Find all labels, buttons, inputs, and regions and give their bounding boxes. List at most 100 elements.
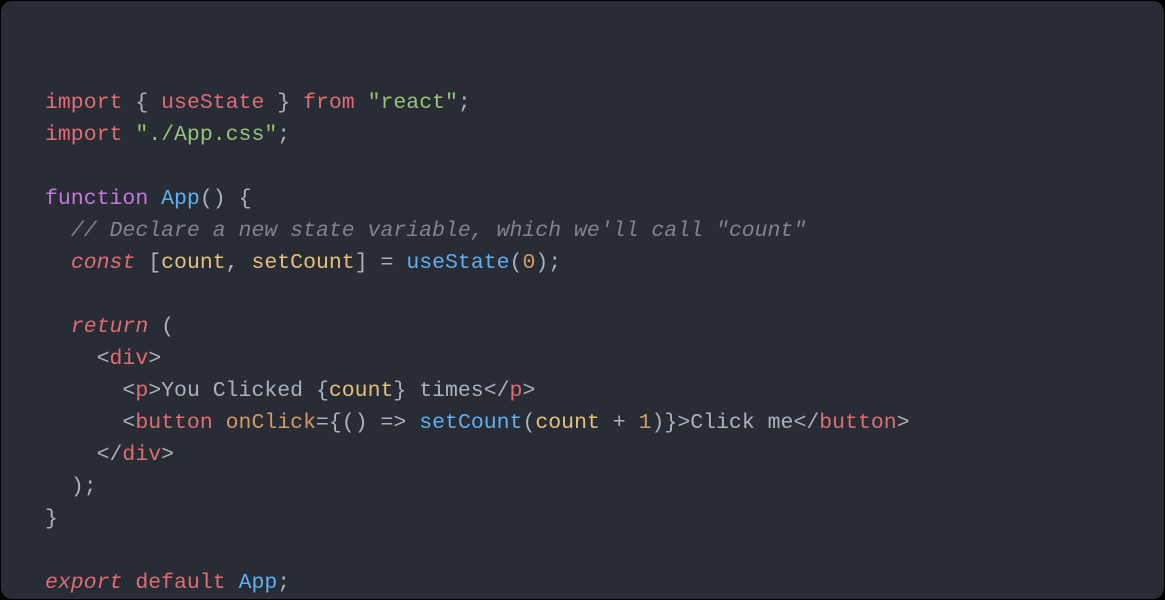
code-token	[213, 411, 226, 435]
code-token: =	[381, 251, 394, 275]
code-line[interactable]: <p>You Clicked {count} times</p>	[45, 375, 1144, 407]
code-token: ()	[342, 411, 368, 435]
code-line[interactable]: const [count, setCount] = useState(0);	[45, 247, 1144, 279]
code-token: p	[510, 379, 523, 403]
code-token: )	[652, 411, 665, 435]
code-token: {	[239, 187, 252, 211]
code-token: setCount	[251, 251, 354, 275]
code-line[interactable]: // Declare a new state variable, which w…	[45, 215, 1144, 247]
code-token: button	[135, 411, 212, 435]
code-token	[368, 411, 381, 435]
code-token: // Declare a new state variable, which w…	[71, 219, 806, 243]
code-token: 0	[522, 251, 535, 275]
code-token: button	[819, 411, 896, 435]
code-token: +	[613, 411, 626, 435]
code-token: ;	[548, 251, 561, 275]
code-token	[122, 123, 135, 147]
code-line[interactable]: );	[45, 471, 1144, 503]
code-token	[45, 379, 122, 403]
code-token: "react"	[368, 91, 458, 115]
code-token: (	[161, 315, 174, 339]
code-token	[406, 411, 419, 435]
code-token	[45, 443, 97, 467]
code-token: <	[122, 411, 135, 435]
code-token: You Clicked	[161, 379, 316, 403]
code-token	[626, 411, 639, 435]
code-token	[148, 91, 161, 115]
code-token: )	[71, 475, 84, 499]
code-token	[148, 187, 161, 211]
code-line[interactable]: <button onClick={() => setCount(count + …	[45, 407, 1144, 439]
code-token: onClick	[226, 411, 316, 435]
code-content[interactable]: import { useState } from "react";import …	[45, 87, 1144, 599]
code-token: }	[664, 411, 677, 435]
code-token: {	[135, 91, 148, 115]
code-token	[45, 475, 71, 499]
code-token: count	[329, 379, 394, 403]
code-token: ]	[355, 251, 368, 275]
code-token	[264, 91, 277, 115]
code-line[interactable]	[45, 535, 1144, 567]
code-line[interactable]	[45, 279, 1144, 311]
code-token: </	[484, 379, 510, 403]
code-token	[355, 91, 368, 115]
code-line[interactable]: export default App;	[45, 567, 1144, 599]
code-line[interactable]: <div>	[45, 343, 1144, 375]
code-token	[135, 251, 148, 275]
code-token: >	[148, 379, 161, 403]
code-token: =>	[381, 411, 407, 435]
code-token	[45, 251, 71, 275]
code-line[interactable]: </div>	[45, 439, 1144, 471]
code-token: "./App.css"	[135, 123, 277, 147]
code-token: >	[522, 379, 535, 403]
code-token: )	[535, 251, 548, 275]
code-token: App	[239, 571, 278, 595]
code-token: >	[897, 411, 910, 435]
code-token: <	[122, 379, 135, 403]
code-token	[45, 411, 122, 435]
code-token: (	[522, 411, 535, 435]
code-line[interactable]: return (	[45, 311, 1144, 343]
code-token: ;	[277, 123, 290, 147]
code-token: function	[45, 187, 148, 211]
code-token: useState	[406, 251, 509, 275]
code-token	[239, 251, 252, 275]
code-line[interactable]	[45, 151, 1144, 183]
code-token: App	[161, 187, 200, 211]
code-token: }	[277, 91, 290, 115]
code-token	[393, 251, 406, 275]
code-token: >	[161, 443, 174, 467]
code-token	[600, 411, 613, 435]
code-token: {	[329, 411, 342, 435]
code-token: }	[393, 379, 406, 403]
code-token: Click me	[690, 411, 793, 435]
code-token: =	[316, 411, 329, 435]
code-token: ;	[458, 91, 471, 115]
code-token: <	[97, 347, 110, 371]
code-token	[45, 347, 97, 371]
code-token: times	[406, 379, 483, 403]
code-token: </	[97, 443, 123, 467]
code-token: >	[148, 347, 161, 371]
code-token: ,	[226, 251, 239, 275]
code-token: count	[535, 411, 600, 435]
code-token	[226, 571, 239, 595]
code-token: useState	[161, 91, 264, 115]
code-token: count	[161, 251, 226, 275]
code-token: p	[135, 379, 148, 403]
code-line[interactable]: import "./App.css";	[45, 119, 1144, 151]
code-token: div	[110, 347, 149, 371]
code-line[interactable]: import { useState } from "react";	[45, 87, 1144, 119]
code-token	[122, 571, 135, 595]
code-token: div	[122, 443, 161, 467]
code-editor-panel: import { useState } from "react";import …	[0, 0, 1165, 600]
code-token: >	[677, 411, 690, 435]
code-token: import	[45, 123, 122, 147]
code-token: return	[71, 315, 148, 339]
code-line[interactable]: }	[45, 503, 1144, 535]
code-token: const	[71, 251, 136, 275]
code-token: default	[135, 571, 225, 595]
code-token	[122, 91, 135, 115]
code-line[interactable]: function App() {	[45, 183, 1144, 215]
code-token: setCount	[419, 411, 522, 435]
